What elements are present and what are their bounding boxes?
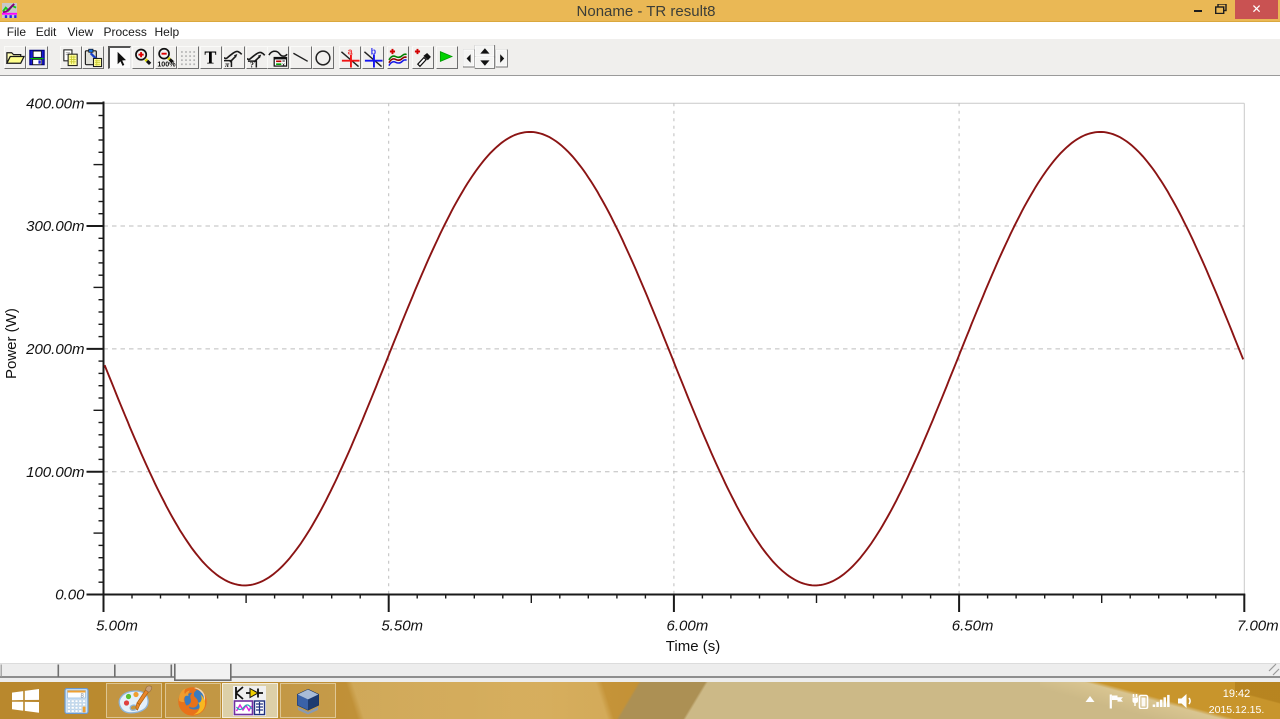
- svg-text:a: a: [347, 47, 353, 57]
- svg-text:0.00: 0.00: [55, 587, 85, 604]
- svg-text:6.50m: 6.50m: [952, 618, 994, 635]
- svg-text:400.00m: 400.00m: [26, 95, 84, 112]
- svg-text:5.00m: 5.00m: [96, 618, 138, 635]
- svg-text:Time (s): Time (s): [666, 638, 720, 655]
- svg-text:5.50m: 5.50m: [381, 618, 423, 635]
- svg-text:T: T: [204, 48, 216, 68]
- svg-text:b: b: [371, 47, 377, 57]
- svg-text:100.00m: 100.00m: [26, 464, 84, 481]
- svg-text:7.00m: 7.00m: [1237, 618, 1279, 635]
- svg-text:300.00m: 300.00m: [26, 218, 84, 235]
- svg-text:x: x: [282, 63, 285, 68]
- svg-text:Power (W): Power (W): [3, 308, 20, 379]
- svg-text:200.00m: 200.00m: [25, 341, 84, 358]
- svg-text:100%: 100%: [157, 60, 176, 68]
- svg-text:6.00m: 6.00m: [667, 618, 709, 635]
- svg-text:?: ?: [250, 61, 254, 69]
